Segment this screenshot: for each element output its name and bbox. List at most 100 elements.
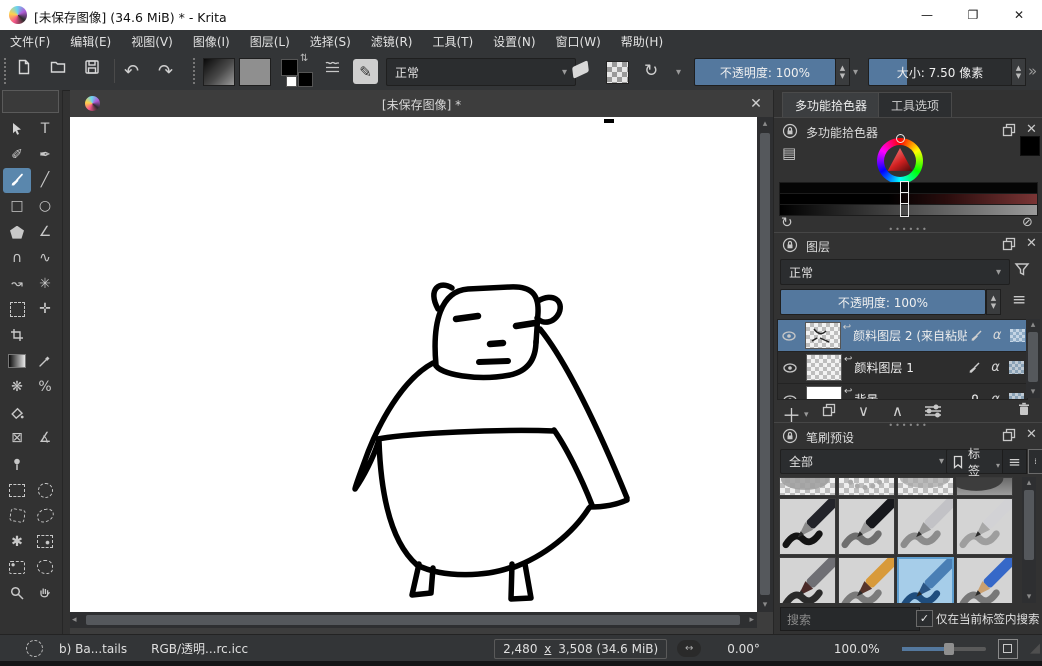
layer-alpha-lock-icon[interactable]: α (985, 355, 1006, 380)
layer-name[interactable]: 颜料图层 2 (来自粘贴) (853, 327, 967, 344)
polygon-select-tool[interactable] (3, 503, 31, 529)
similar-select-tool[interactable] (31, 529, 59, 555)
multibrush-tool[interactable]: ✳ (31, 271, 59, 297)
brush-preset-ink-pen-3[interactable] (897, 498, 954, 555)
layer-name[interactable]: 背景 (854, 391, 964, 400)
brush-preset-eraser-2[interactable] (838, 477, 895, 496)
float-docker-icon[interactable] (1002, 428, 1016, 442)
add-layer-caret[interactable]: ▾ (804, 410, 809, 420)
layer-properties-button[interactable] (924, 404, 942, 418)
scope-checkbox[interactable]: ✓ (916, 610, 933, 627)
toolbar-overflow-button[interactable]: » (1028, 62, 1037, 80)
pattern-chooser[interactable] (239, 58, 271, 86)
edit-shapes-tool[interactable]: ✐ (3, 142, 31, 168)
scrollbar-thumb[interactable] (760, 133, 770, 595)
transform-tool[interactable] (3, 297, 31, 323)
float-docker-icon[interactable] (1002, 123, 1016, 137)
scroll-right-icon[interactable]: ▸ (749, 613, 754, 627)
bezier-curve-tool[interactable]: ∩ (3, 245, 31, 271)
menu-item[interactable]: 窗口(W) (546, 30, 611, 53)
duplicate-layer-button[interactable] (822, 403, 836, 417)
canvas-horizontal-scrollbar[interactable]: ◂ ▸ (70, 612, 757, 628)
display-settings-icon[interactable]: ⁞ (1028, 449, 1042, 474)
freehand-brush-tool[interactable] (3, 168, 31, 194)
layer-alpha-lock-icon[interactable]: α (987, 323, 1007, 348)
tab-advanced-color-selector[interactable]: 多功能拾色器 (782, 92, 880, 117)
swap-colors-icon[interactable]: ⇅ (300, 53, 308, 64)
layer-list-scrollbar[interactable]: ▴ ▾ (1026, 319, 1040, 398)
brush-size-spinner[interactable]: ▲▼ (1011, 58, 1026, 86)
menu-item[interactable]: 视图(V) (121, 30, 183, 53)
color-bar-value[interactable] (779, 204, 1038, 216)
scrollbar-thumb[interactable] (86, 615, 740, 625)
menu-item[interactable]: 滤镜(R) (361, 30, 423, 53)
layer-lock-paint-icon[interactable] (964, 355, 985, 380)
brush-search-input[interactable]: 搜索 (780, 607, 920, 631)
scroll-left-icon[interactable]: ◂ (72, 613, 77, 627)
canvas[interactable] (70, 117, 757, 612)
gradient-chooser[interactable] (203, 58, 235, 86)
brush-filter-combo[interactable]: 全部 ▾ (780, 449, 953, 474)
float-docker-icon[interactable] (1002, 237, 1016, 251)
scroll-down-icon[interactable]: ▾ (757, 598, 773, 612)
brush-preset-paint-1[interactable] (779, 557, 836, 603)
foreground-color-swatch[interactable] (281, 59, 298, 76)
brush-preset-watercolor-selected[interactable] (897, 557, 954, 603)
layer-opacity-slider[interactable]: 不透明度: 100% (780, 289, 986, 315)
minimize-button[interactable]: — (904, 0, 950, 30)
brush-preset-smudge[interactable] (956, 477, 1013, 496)
open-document-button[interactable] (50, 59, 66, 75)
brush-preset-eraser-1[interactable] (779, 477, 836, 496)
zoom-slider-handle[interactable] (944, 643, 954, 655)
canvas-angle[interactable]: 0.00° (727, 642, 760, 656)
line-tool[interactable]: ╱ (31, 168, 59, 194)
layer-inherit-alpha-icon[interactable] (1006, 355, 1027, 380)
layer-visibility-eye-icon[interactable] (778, 392, 802, 401)
scrollbar-thumb[interactable] (1028, 332, 1038, 382)
reference-images-tool[interactable] (3, 451, 31, 477)
rectangle-tool[interactable]: □ (3, 193, 31, 219)
brush-grid-scrollbar[interactable]: ▴ ▾ (1022, 477, 1036, 603)
calligraphy-tool[interactable]: ✒ (31, 142, 59, 168)
selection-indicator-icon[interactable] (26, 640, 43, 657)
blend-mode-combo[interactable]: 正常 ▾ (386, 58, 576, 86)
menu-item[interactable]: 编辑(E) (60, 30, 121, 53)
canvas-vertical-scrollbar[interactable]: ▴ ▾ (757, 117, 773, 612)
close-button[interactable]: ✕ (996, 0, 1042, 30)
pan-tool[interactable] (31, 580, 59, 606)
layer-visibility-eye-icon[interactable] (778, 360, 802, 376)
maximize-button[interactable]: ❐ (950, 0, 996, 30)
move-layer-down-button[interactable]: ∨ (858, 402, 869, 420)
scroll-up-icon[interactable]: ▴ (1022, 477, 1036, 489)
canvas-subwindow-titlebar[interactable]: [未保存图像] * ✕ (70, 90, 773, 118)
brush-preset-ink-pen-1[interactable] (779, 498, 836, 555)
layer-visibility-eye-icon[interactable] (778, 328, 801, 344)
foreground-background-colors[interactable]: ⇅ (281, 57, 317, 87)
freehand-path-tool[interactable]: ∿ (31, 245, 59, 271)
layer-inherit-alpha-icon[interactable] (1006, 387, 1027, 400)
menu-item[interactable]: 选择(S) (300, 30, 361, 53)
zoom-fit-button[interactable] (998, 639, 1018, 659)
magnetic-select-tool[interactable] (31, 555, 59, 581)
close-docker-icon[interactable]: ✕ (1026, 122, 1037, 137)
scroll-up-icon[interactable]: ▴ (1026, 319, 1040, 331)
menu-item[interactable]: 图层(L) (240, 30, 300, 53)
canvas-rotation-reset-icon[interactable]: ↔ (677, 640, 701, 657)
layer-row[interactable]: ↩ 颜料图层 2 (来自粘贴) α (778, 320, 1027, 352)
background-color-swatch[interactable] (286, 76, 297, 87)
delete-layer-button[interactable] (1016, 401, 1032, 417)
zoom-tool[interactable] (3, 580, 31, 606)
crop-tool[interactable] (3, 322, 31, 348)
tag-button[interactable]: 标签 ▾ (946, 449, 1006, 474)
docker-lock-icon[interactable] (782, 428, 798, 444)
ellipse-select-tool[interactable] (31, 477, 59, 503)
opacity-slider[interactable]: 不透明度: 100% (694, 58, 836, 86)
eraser-mode-button[interactable] (572, 64, 589, 75)
ellipse-tool[interactable]: ○ (31, 193, 59, 219)
layer-filter-icon[interactable] (1014, 261, 1030, 277)
menu-item[interactable]: 设置(N) (483, 30, 545, 53)
close-docker-icon[interactable]: ✕ (1026, 427, 1037, 442)
color-wheel[interactable] (877, 138, 923, 184)
bar-handle[interactable] (900, 203, 909, 217)
current-brush-name[interactable]: b) Ba...tails (59, 642, 127, 656)
